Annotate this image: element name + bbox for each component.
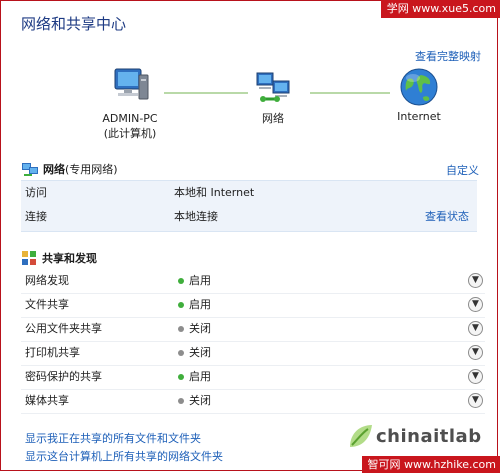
share-key: 网络发现 xyxy=(25,274,69,287)
map-link-line xyxy=(310,92,390,94)
customize-link[interactable]: 自定义 xyxy=(446,162,479,178)
internet-name: Internet xyxy=(397,110,441,123)
status-off-icon xyxy=(178,398,184,404)
network-info-box: 访问 本地和 Internet 连接 本地连接 查看状态 xyxy=(21,180,477,232)
share-key: 文件共享 xyxy=(25,298,69,311)
status-off-icon xyxy=(178,350,184,356)
share-row-printer[interactable]: 打印机共享 关闭 ▼ xyxy=(21,341,485,366)
share-value: 关闭 xyxy=(189,322,211,335)
sharing-icon xyxy=(22,251,36,265)
globe-icon xyxy=(400,68,438,106)
info-key: 访问 xyxy=(25,186,47,199)
share-row-network-discovery[interactable]: 网络发现 启用 ▼ xyxy=(21,269,485,294)
network-name: 网络 xyxy=(262,112,284,125)
watermark-top: 学网 www.xue5.com xyxy=(380,0,500,18)
status-on-icon xyxy=(178,374,184,380)
share-key: 打印机共享 xyxy=(25,346,80,359)
show-my-shared-files-link[interactable]: 显示我正在共享的所有文件和文件夹 xyxy=(25,430,201,446)
share-value: 关闭 xyxy=(189,394,211,407)
network-node[interactable]: 网络 xyxy=(249,69,297,126)
view-status-link[interactable]: 查看状态 xyxy=(425,205,469,229)
network-section-header: 网络 (专用网络) xyxy=(21,161,118,177)
info-row-connection: 连接 本地连接 查看状态 xyxy=(21,205,477,229)
watermark-bottom: 智可网 www.hzhike.com xyxy=(361,456,500,473)
status-on-icon xyxy=(178,302,184,308)
network-small-icon xyxy=(22,163,38,176)
expand-chevron-icon[interactable]: ▼ xyxy=(468,297,483,312)
network-section-title: 网络 xyxy=(43,163,65,176)
share-row-password-protected[interactable]: 密码保护的共享 启用 ▼ xyxy=(21,365,485,390)
computer-icon xyxy=(114,68,149,100)
computer-sub: (此计算机) xyxy=(103,127,157,140)
status-off-icon xyxy=(178,326,184,332)
info-key: 连接 xyxy=(25,210,47,223)
share-row-public-folder[interactable]: 公用文件夹共享 关闭 ▼ xyxy=(21,317,485,342)
expand-chevron-icon[interactable]: ▼ xyxy=(468,393,483,408)
view-full-map-link[interactable]: 查看完整映射 xyxy=(415,48,481,64)
share-key: 公用文件夹共享 xyxy=(25,322,102,335)
sharing-section-header: 共享和发现 xyxy=(21,250,97,266)
internet-node[interactable]: Internet xyxy=(393,67,445,123)
watermark-logo: chinaitlab xyxy=(376,426,482,447)
leaf-logo-icon xyxy=(350,425,372,447)
expand-chevron-icon[interactable]: ▼ xyxy=(468,321,483,336)
network-icon xyxy=(256,72,290,102)
info-value: 本地和 Internet xyxy=(174,186,255,199)
network-section-subtitle: (专用网络) xyxy=(65,163,118,176)
computer-name: ADMIN-PC xyxy=(102,112,158,125)
show-shared-network-folders-link[interactable]: 显示这台计算机上所有共享的网络文件夹 xyxy=(25,448,223,464)
share-row-media[interactable]: 媒体共享 关闭 ▼ xyxy=(21,389,485,414)
page-title: 网络和共享中心 xyxy=(21,15,127,33)
expand-chevron-icon[interactable]: ▼ xyxy=(468,273,483,288)
share-value: 启用 xyxy=(189,274,211,287)
share-key: 媒体共享 xyxy=(25,394,69,407)
share-value: 启用 xyxy=(189,370,211,383)
share-value: 关闭 xyxy=(189,346,211,359)
status-on-icon xyxy=(178,278,184,284)
network-sharing-center-window: 网络和共享中心 查看完整映射 ADMIN-PC (此计算机) 网络 Intern… xyxy=(0,0,498,471)
share-row-file-sharing[interactable]: 文件共享 启用 ▼ xyxy=(21,293,485,318)
expand-chevron-icon[interactable]: ▼ xyxy=(468,369,483,384)
computer-node[interactable]: ADMIN-PC (此计算机) xyxy=(97,63,163,141)
share-key: 密码保护的共享 xyxy=(25,370,102,383)
info-value: 本地连接 xyxy=(174,210,218,223)
info-row-access: 访问 本地和 Internet xyxy=(21,181,477,205)
sharing-section-title: 共享和发现 xyxy=(42,252,97,265)
expand-chevron-icon[interactable]: ▼ xyxy=(468,345,483,360)
share-value: 启用 xyxy=(189,298,211,311)
map-link-line xyxy=(164,92,248,94)
